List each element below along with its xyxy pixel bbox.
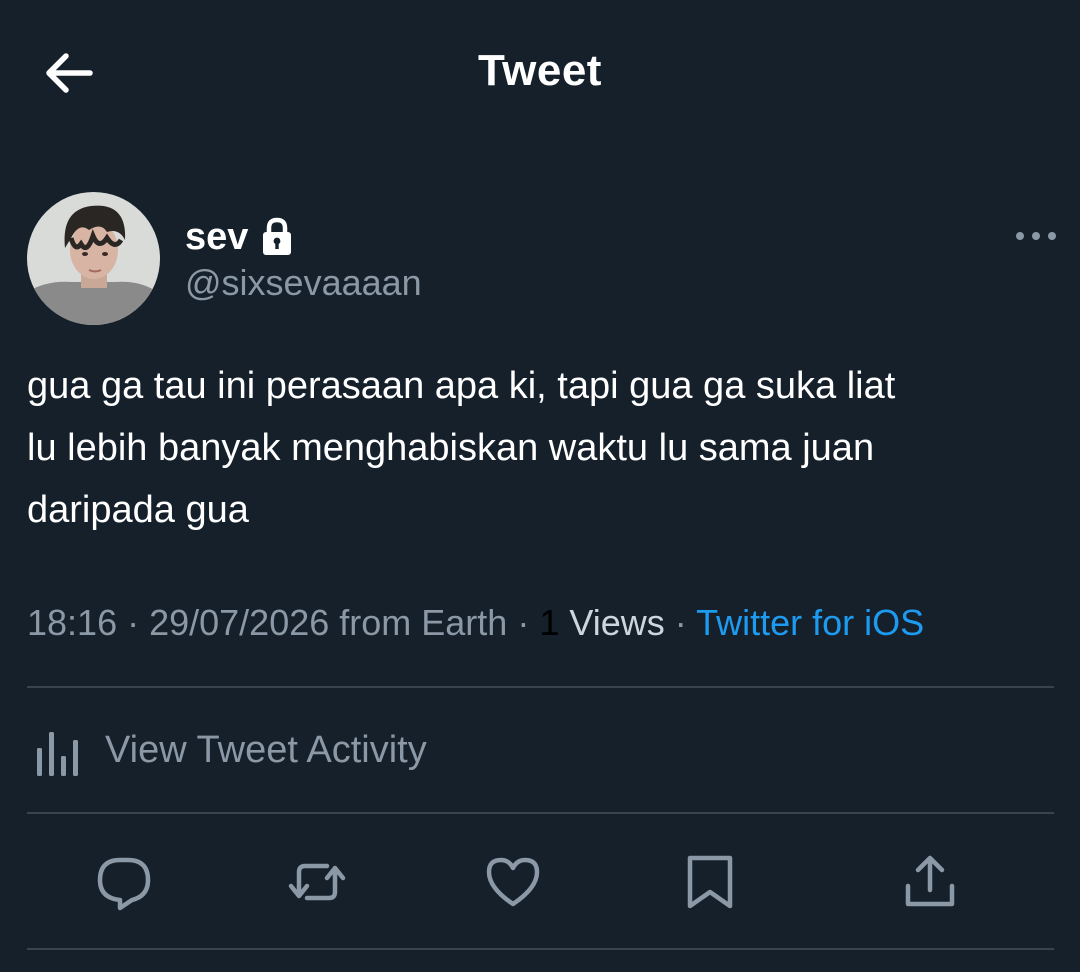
view-tweet-activity-label: View Tweet Activity <box>105 728 427 771</box>
separator: · <box>664 602 697 643</box>
tweet-text-line: lu lebih banyak menghabiskan waktu lu sa… <box>27 427 875 469</box>
more-dots-icon <box>1016 232 1056 240</box>
page-title: Tweet <box>478 46 602 95</box>
avatar-image <box>27 192 160 325</box>
separator: · <box>117 602 150 643</box>
user-handle[interactable]: @sixsevaaaan <box>185 262 422 304</box>
tweet-metadata: 18:16 · 29/07/2026 from Earth · 1 Views … <box>27 602 924 644</box>
bookmark-icon <box>687 855 733 909</box>
divider <box>27 948 1054 950</box>
divider <box>27 812 1054 814</box>
retweet-icon <box>288 863 346 901</box>
heart-icon <box>486 857 540 907</box>
views-count: 1 <box>539 602 560 643</box>
retweet-button[interactable] <box>287 850 347 914</box>
top-bar: Tweet <box>0 0 1080 150</box>
tweet-text-line: gua ga tau ini perasaan apa ki, tapi gua… <box>27 365 896 407</box>
reply-button[interactable] <box>94 850 154 914</box>
tweet-date-location[interactable]: 29/07/2026 from Earth <box>149 602 507 643</box>
bookmark-button[interactable] <box>680 850 740 914</box>
lock-icon <box>260 217 294 257</box>
separator: · <box>507 602 540 643</box>
like-button[interactable] <box>483 850 543 914</box>
tweet-text-line: daripada gua <box>27 489 249 531</box>
share-icon <box>905 855 955 907</box>
reply-icon <box>97 857 151 911</box>
tweet-text: gua ga tau ini perasaan apa ki, tapi gua… <box>27 355 1057 541</box>
views-label: Views <box>559 602 665 643</box>
avatar[interactable] <box>27 192 160 325</box>
bar-chart-icon <box>27 720 83 780</box>
source-link[interactable]: Twitter for iOS <box>696 602 924 643</box>
view-tweet-activity-button[interactable]: View Tweet Activity <box>27 720 427 780</box>
tweet-time[interactable]: 18:16 <box>27 602 117 643</box>
more-options-button[interactable] <box>1012 222 1060 250</box>
author-name-row: sev <box>185 212 294 262</box>
tweet-action-bar <box>0 850 1080 920</box>
divider <box>27 686 1054 688</box>
display-name[interactable]: sev <box>185 216 248 259</box>
share-button[interactable] <box>900 850 960 914</box>
